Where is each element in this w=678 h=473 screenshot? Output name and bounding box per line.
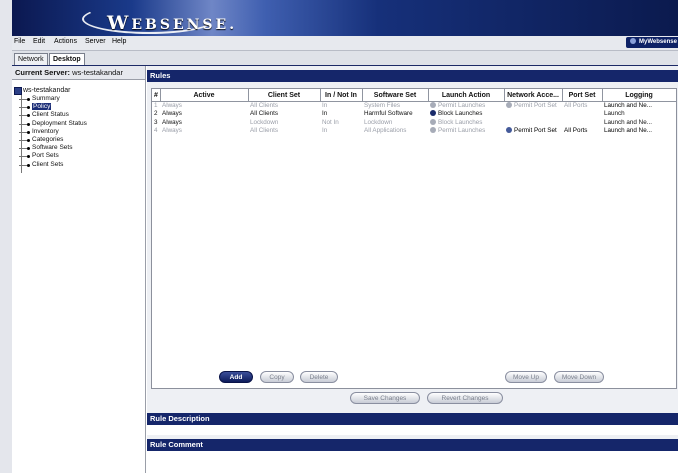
block-icon: [430, 118, 436, 125]
rules-table: # Active Client Set In / Not In Software…: [151, 88, 677, 389]
menu-help[interactable]: Help: [112, 38, 126, 45]
col-in-not-in[interactable]: In / Not In: [320, 89, 363, 102]
tabs-row: Network Desktop: [12, 51, 678, 66]
delete-button[interactable]: Delete: [300, 371, 338, 383]
menu-file[interactable]: File: [14, 38, 25, 45]
port-icon: [506, 102, 512, 108]
table-row[interactable]: 4 Always All Clients In All Applications…: [152, 127, 676, 135]
col-software-set[interactable]: Software Set: [362, 89, 429, 102]
left-panel: Current Server: ws-testakandar ws-testak…: [12, 66, 146, 473]
navigation-tree: ws-testakandar Summary Policy Client Sta…: [14, 86, 142, 173]
table-row[interactable]: 3 Always Lockdown Not In Lockdown Block …: [152, 118, 676, 127]
copy-button[interactable]: Copy: [260, 371, 294, 383]
move-up-button[interactable]: Move Up: [505, 371, 547, 383]
rule-comment-body[interactable]: [147, 451, 678, 473]
col-launch-action[interactable]: Launch Action: [428, 89, 505, 102]
table-header-row: # Active Client Set In / Not In Software…: [152, 89, 676, 102]
rule-comment-header: Rule Comment: [147, 439, 678, 451]
table-row[interactable]: 1 Always All Clients In System Files Per…: [152, 102, 676, 111]
websense-banner: WEBSENSE.: [12, 0, 678, 36]
tree-item-categories[interactable]: Categories: [14, 136, 142, 144]
tree-root[interactable]: ws-testakandar: [14, 86, 142, 95]
tree-item-deployment-status[interactable]: Deployment Status: [14, 120, 142, 128]
right-panel: Rules # Active Client Set In / Not In So…: [147, 66, 678, 473]
rule-description-header: Rule Description: [147, 413, 678, 425]
tree-item-policy[interactable]: Policy: [14, 103, 142, 111]
tree-item-summary[interactable]: Summary: [14, 95, 142, 103]
tree-item-inventory[interactable]: Inventory: [14, 128, 142, 136]
permit-icon: [430, 102, 436, 108]
tree-item-client-status[interactable]: Client Status: [14, 111, 142, 119]
current-server: Current Server: ws-testakandar: [12, 66, 145, 80]
server-icon: [14, 87, 22, 95]
mywebsense-button[interactable]: MyWebsense: [626, 37, 678, 48]
tab-desktop[interactable]: Desktop: [49, 53, 85, 65]
revert-changes-button[interactable]: Revert Changes: [427, 392, 503, 404]
tab-network[interactable]: Network: [14, 53, 48, 65]
tree-item-client-sets[interactable]: Client Sets: [14, 161, 142, 169]
col-port-set[interactable]: Port Set: [562, 89, 603, 102]
menu-edit[interactable]: Edit: [33, 38, 45, 45]
menu-server[interactable]: Server: [85, 38, 106, 45]
col-number[interactable]: #: [152, 89, 161, 102]
add-button[interactable]: Add: [219, 371, 253, 383]
save-changes-button[interactable]: Save Changes: [350, 392, 420, 404]
current-server-value[interactable]: ws-testakandar: [72, 68, 123, 77]
move-down-button[interactable]: Move Down: [554, 371, 604, 383]
app-window: WEBSENSE. File Edit Actions Server Help …: [12, 0, 678, 473]
col-client-set[interactable]: Client Set: [248, 89, 321, 102]
menu-actions[interactable]: Actions: [54, 38, 77, 45]
globe-icon: [630, 38, 636, 44]
rules-header: Rules: [147, 70, 678, 82]
col-active[interactable]: Active: [160, 89, 249, 102]
menu-bar: File Edit Actions Server Help: [12, 36, 678, 51]
tree-item-port-sets[interactable]: Port Sets: [14, 152, 142, 160]
left-gutter: [0, 0, 12, 473]
websense-logo: WEBSENSE.: [107, 12, 238, 34]
permit-icon: [430, 127, 436, 134]
block-icon: [430, 110, 436, 117]
col-logging[interactable]: Logging: [602, 89, 676, 102]
table-row[interactable]: 2 Always All Clients In Harmful Software…: [152, 110, 676, 118]
rule-description-body: [147, 425, 678, 435]
tree-item-software-sets[interactable]: Software Sets: [14, 144, 142, 152]
col-network-access[interactable]: Network Acce...: [504, 89, 563, 102]
port-icon: [506, 127, 512, 134]
